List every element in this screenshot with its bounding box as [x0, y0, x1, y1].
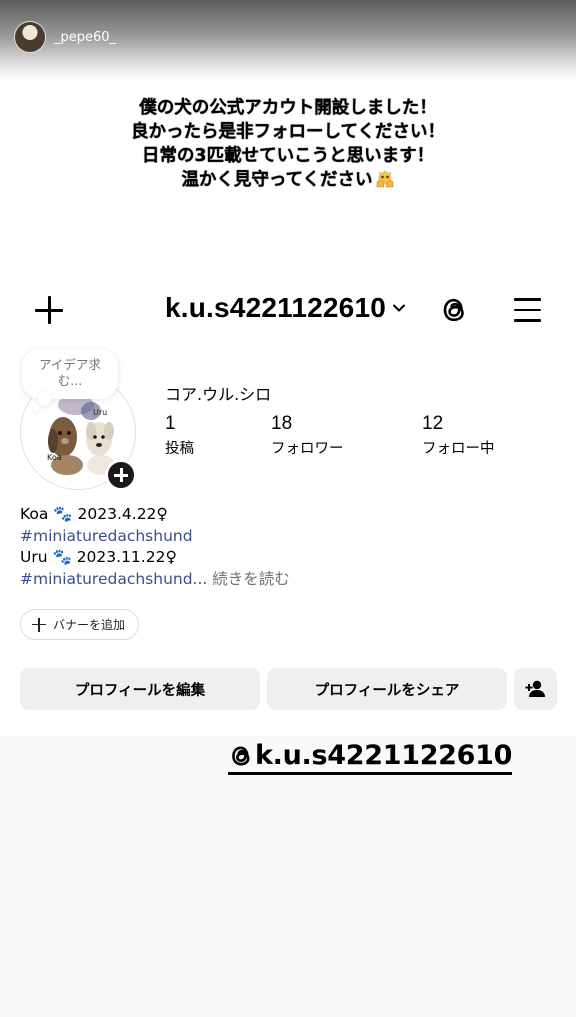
threads-mention-text: k.u.s4221122610: [255, 740, 513, 771]
stat-followers[interactable]: 18 フォロワー: [271, 413, 344, 458]
threads-icon: [232, 746, 250, 766]
caption-line: 良かったら是非フォローしてください！: [131, 122, 445, 142]
stat-posts-label: 投稿: [165, 441, 194, 457]
story-header: _pepe60_: [14, 21, 116, 53]
pleading-hands-emoji-icon: [376, 170, 393, 188]
threads-mention-sticker[interactable]: k.u.s4221122610: [228, 739, 513, 775]
bio-line: Uru 🐾 2023.11.22♀: [20, 548, 177, 566]
add-person-icon: [525, 680, 545, 697]
stat-followers-label: フォロワー: [271, 441, 344, 457]
story-username[interactable]: _pepe60_: [54, 30, 116, 45]
bio-hashtag-link[interactable]: #miniaturedachshund...: [20, 570, 207, 588]
add-banner-button[interactable]: バナーを追加: [20, 609, 139, 640]
share-profile-button[interactable]: プロフィールをシェア: [267, 668, 507, 710]
stat-following-count: 12: [422, 413, 444, 434]
story-author-avatar[interactable]: [14, 21, 46, 53]
stat-posts-count: 1: [165, 413, 176, 434]
chevron-down-icon: [392, 304, 405, 312]
read-more-link[interactable]: 続きを読む: [212, 570, 290, 588]
stat-posts[interactable]: 1 投稿: [165, 413, 194, 458]
caption-line: 僕の犬の公式アカウト開設しました！: [139, 98, 437, 118]
bio-line: Koa 🐾 2023.4.22♀: [20, 505, 168, 523]
story-caption: 僕の犬の公式アカウト開設しました！ 良かったら是非フォローしてください！ 日常の…: [0, 96, 576, 192]
stat-following[interactable]: 12 フォロー中: [422, 413, 495, 458]
add-story-plus-icon[interactable]: [105, 459, 137, 491]
avatar-label-uru: Uru: [93, 408, 107, 417]
menu-hamburger-icon[interactable]: [512, 297, 543, 323]
note-text: アイデア求む...: [39, 357, 101, 388]
display-name: コア.ウル.シロ: [165, 385, 272, 404]
create-plus-icon[interactable]: [33, 294, 65, 326]
stat-following-label: フォロー中: [422, 441, 495, 457]
profile-top-bar: k.u.s4221122610: [0, 288, 576, 334]
account-switcher[interactable]: k.u.s4221122610: [165, 292, 406, 324]
threads-mention-underline: [228, 772, 513, 775]
profile-username: k.u.s4221122610: [165, 292, 386, 323]
plus-icon: [32, 617, 46, 632]
note-bubble[interactable]: アイデア求む...: [22, 349, 118, 399]
bio-hashtag-link[interactable]: #miniaturedachshund: [20, 526, 290, 548]
caption-line: 日常の3匹載せていこうと思います！: [141, 146, 435, 166]
stat-followers-count: 18: [271, 413, 293, 434]
note-bubble-tail: [38, 392, 52, 406]
caption-line: 温かく見守ってください: [181, 170, 373, 190]
note-bubble-tail-small: [33, 405, 40, 412]
edit-profile-button[interactable]: プロフィールを編集: [20, 668, 260, 710]
avatar-label-koa: Koa: [47, 453, 62, 462]
add-banner-label: バナーを追加: [53, 618, 126, 632]
threads-icon[interactable]: [438, 292, 470, 328]
profile-bio: Koa 🐾 2023.4.22♀ #miniaturedachshund Uru…: [20, 504, 290, 590]
discover-people-button[interactable]: [514, 668, 557, 710]
